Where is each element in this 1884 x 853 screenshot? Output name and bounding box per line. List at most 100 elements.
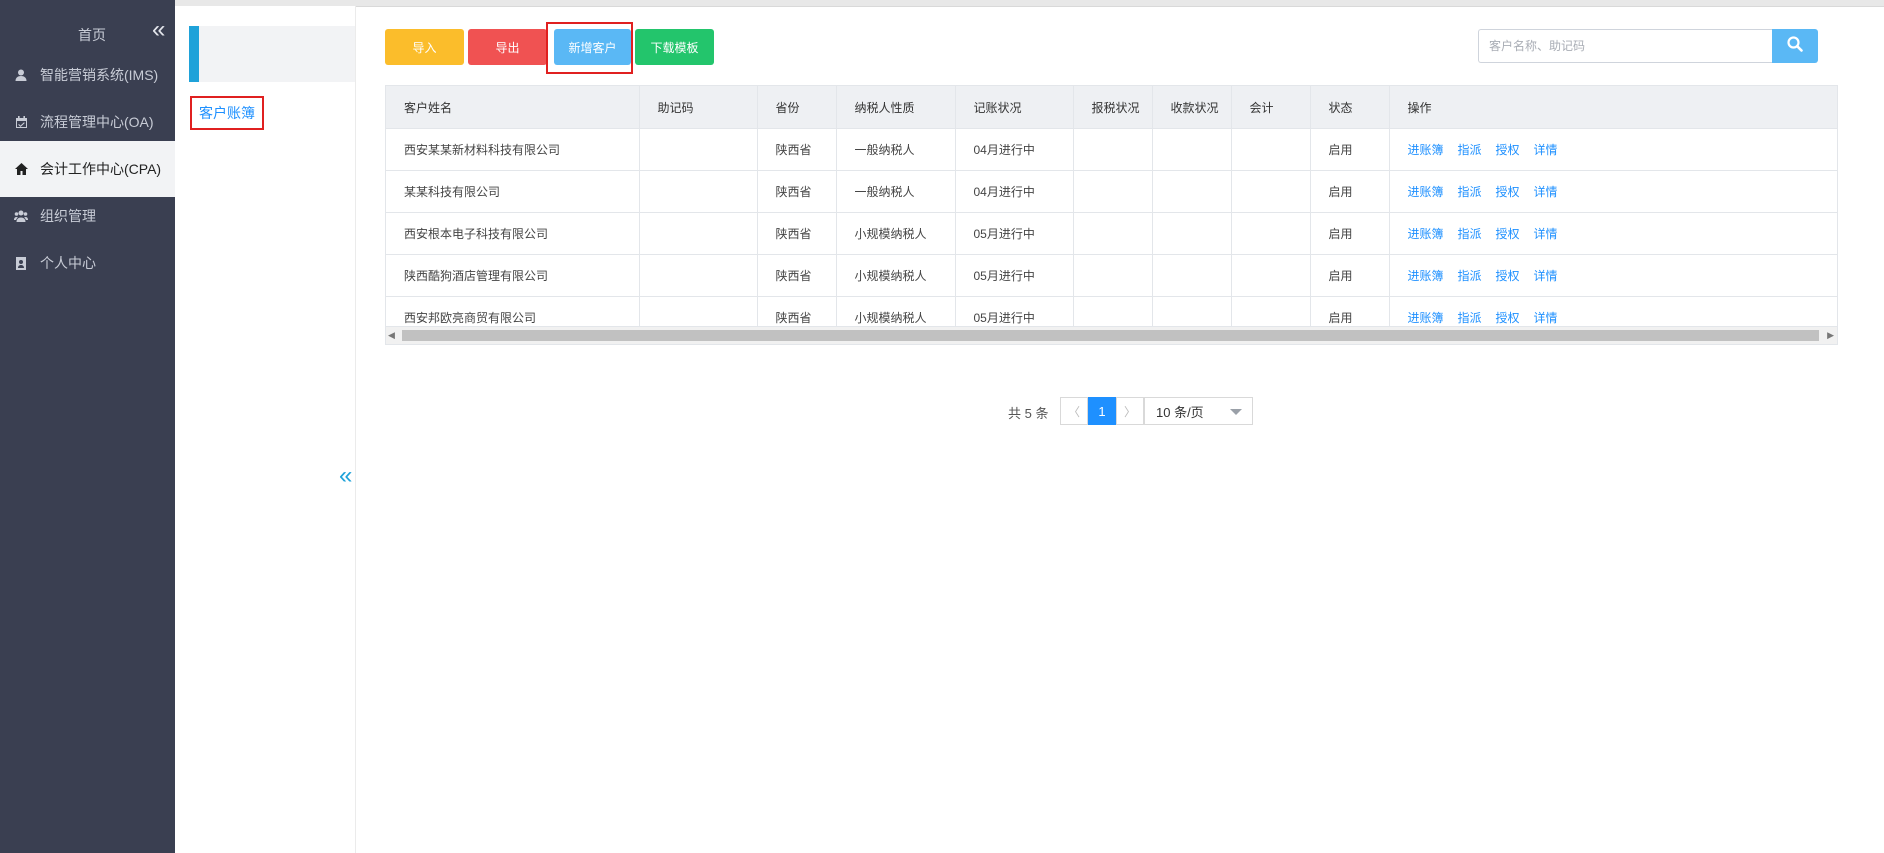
cell-actions: 进账簿 指派 授权 详情 [1389,128,1837,171]
cell-province: 陕西省 [757,170,837,213]
export-button[interactable]: 导出 [468,29,547,65]
scrollbar-thumb[interactable] [402,330,1819,341]
assign-link[interactable]: 指派 [1458,269,1482,283]
authorize-link[interactable]: 授权 [1496,311,1520,325]
page-size-select[interactable]: 10 条/页 [1144,397,1253,425]
contact-book-icon [14,256,28,270]
sidebar-collapse-icon[interactable]: « [152,18,165,42]
cell-booking-status: 04月进行中 [955,128,1074,171]
pagination-total: 共 5 条 [1008,406,1049,421]
search-icon [1787,35,1803,57]
add-customer-button[interactable]: 新增客户 [554,29,631,65]
assign-link[interactable]: 指派 [1458,143,1482,157]
cell-status: 启用 [1310,170,1390,213]
assign-link[interactable]: 指派 [1458,227,1482,241]
user-icon [14,68,28,82]
cell-code [639,254,758,297]
cell-status: 启用 [1310,254,1390,297]
column-header: 报税状况 [1073,86,1153,129]
authorize-link[interactable]: 授权 [1496,227,1520,241]
caret-down-icon [1230,409,1242,415]
import-button[interactable]: 导入 [385,29,464,65]
column-header: 会计 [1231,86,1311,129]
enter-ledger-link[interactable]: 进账簿 [1408,269,1444,283]
cell-booking-status: 05月进行中 [955,212,1074,255]
nav-item-label: 会计工作中心(CPA) [40,161,162,177]
details-link[interactable]: 详情 [1534,143,1558,157]
cell-accountant [1231,128,1311,171]
authorize-link[interactable]: 授权 [1496,269,1520,283]
assign-link[interactable]: 指派 [1458,185,1482,199]
nav-item-personal[interactable]: 个人中心 [0,235,175,291]
tree-item-customer-ledger[interactable]: 客户账簿 [190,96,264,130]
search-input[interactable] [1478,29,1772,63]
users-icon [14,209,28,223]
column-header: 状态 [1310,86,1390,129]
table-header-row: 客户姓名 助记码 省份 纳税人性质 记账状况 报税状况 收款状况 会计 状态 操… [386,86,1837,129]
cell-payment-status [1152,170,1232,213]
column-header: 操作 [1389,86,1837,129]
cell-booking-status: 04月进行中 [955,170,1074,213]
nav-item-label: 智能营销系统(IMS) [40,67,159,83]
nav-item-label: 组织管理 [40,208,96,224]
cell-province: 陕西省 [757,128,837,171]
column-header: 记账状况 [955,86,1074,129]
cell-taxpayer: 一般纳税人 [836,128,956,171]
table-row: 西安某某新材料科技有限公司 陕西省 一般纳税人 04月进行中 启用 进账簿 指派授… [386,128,1837,171]
scroll-left-icon[interactable]: ◀ [388,330,395,341]
table-row: 陕西酷狗酒店管理有限公司 陕西省 小规模纳税人 05月进行中 启用 进账簿 指派授… [386,254,1837,297]
cell-status: 启用 [1310,212,1390,255]
column-header: 收款状况 [1152,86,1232,129]
authorize-link[interactable]: 授权 [1496,143,1520,157]
cell-province: 陕西省 [757,212,837,255]
cell-payment-status [1152,128,1232,171]
cell-payment-status [1152,212,1232,255]
page-size-label: 10 条/页 [1156,404,1204,420]
page-number-button[interactable]: 1 [1088,397,1116,425]
tree-header [189,26,355,82]
details-link[interactable]: 详情 [1534,269,1558,283]
cell-tax-status [1073,128,1153,171]
cell-taxpayer: 小规模纳税人 [836,212,956,255]
enter-ledger-link[interactable]: 进账簿 [1408,185,1444,199]
cell-accountant [1231,170,1311,213]
cell-actions: 进账簿 指派 授权 详情 [1389,212,1837,255]
prev-page-button[interactable]: 〈 [1060,397,1088,425]
details-link[interactable]: 详情 [1534,227,1558,241]
cell-code [639,128,758,171]
cell-status: 启用 [1310,128,1390,171]
main-content: 导入 导出 新增客户 下载模板 客户姓名 助记码 省份 纳税人性质 记账状况 [356,6,1884,853]
cell-customer-name: 陕西酷狗酒店管理有限公司 [386,254,640,297]
download-template-button[interactable]: 下载模板 [635,29,714,65]
enter-ledger-link[interactable]: 进账簿 [1408,143,1444,157]
details-link[interactable]: 详情 [1534,185,1558,199]
column-header: 纳税人性质 [836,86,956,129]
home-icon [14,162,28,176]
cell-payment-status [1152,254,1232,297]
next-page-button[interactable]: 〉 [1116,397,1144,425]
tree-collapse-icon[interactable]: « [339,464,352,488]
cell-customer-name: 西安根本电子科技有限公司 [386,212,640,255]
cell-code [639,212,758,255]
enter-ledger-link[interactable]: 进账簿 [1408,227,1444,241]
cell-accountant [1231,212,1311,255]
cell-accountant [1231,254,1311,297]
scroll-right-icon[interactable]: ▶ [1827,330,1834,341]
nav-item-label: 流程管理中心(OA) [40,114,154,130]
horizontal-scrollbar[interactable]: ◀ ▶ [386,326,1837,344]
search-button[interactable] [1772,29,1818,63]
authorize-link[interactable]: 授权 [1496,185,1520,199]
enter-ledger-link[interactable]: 进账簿 [1408,311,1444,325]
cell-tax-status [1073,212,1153,255]
assign-link[interactable]: 指派 [1458,311,1482,325]
details-link[interactable]: 详情 [1534,311,1558,325]
cell-actions: 进账簿 指派 授权 详情 [1389,254,1837,297]
tree-panel: 客户账簿 « [175,6,356,853]
cell-actions: 进账簿 指派 授权 详情 [1389,170,1837,213]
cell-province: 陕西省 [757,254,837,297]
cell-taxpayer: 一般纳税人 [836,170,956,213]
cell-customer-name: 西安某某新材料科技有限公司 [386,128,640,171]
nav-item-label: 个人中心 [40,255,96,271]
table-row: 某某科技有限公司 陕西省 一般纳税人 04月进行中 启用 进账簿 指派 授权 详情 [386,170,1837,213]
table-row: 西安根本电子科技有限公司 陕西省 小规模纳税人 05月进行中 启用 进账簿 指派授… [386,212,1837,255]
